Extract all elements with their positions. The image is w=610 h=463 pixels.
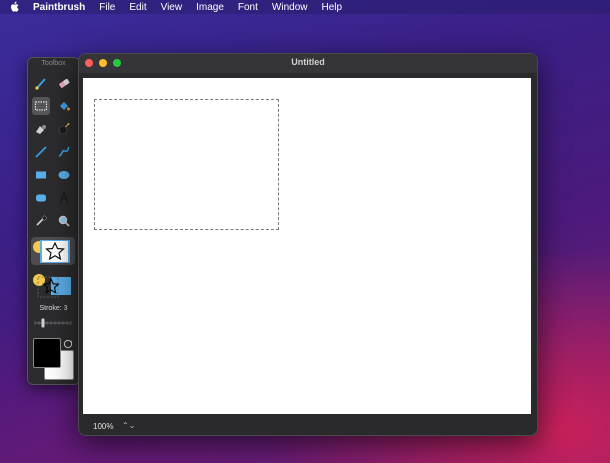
zoom-stepper-icon[interactable]: ⌃⌄ — [122, 421, 135, 430]
eraser-icon — [59, 78, 70, 88]
paint-bucket-icon — [60, 102, 70, 111]
zoom-level[interactable]: 100% — [93, 422, 113, 431]
menu-file[interactable]: File — [99, 2, 115, 13]
tool-zoom[interactable] — [55, 212, 73, 230]
menu-font[interactable]: Font — [238, 2, 258, 13]
title-bar[interactable]: Untitled — [79, 54, 537, 73]
tool-brush[interactable] — [32, 74, 50, 92]
tool-fill[interactable] — [55, 97, 73, 115]
tool-eraser[interactable] — [55, 74, 73, 92]
menu-window[interactable]: Window — [272, 2, 308, 13]
foreground-color-swatch[interactable] — [33, 338, 61, 368]
brush-icon — [35, 78, 46, 90]
tool-bomb[interactable] — [55, 120, 73, 138]
toolbox-title: Toolbox — [41, 60, 66, 67]
status-bar: 100% ⌃⌄ — [79, 417, 537, 435]
text-tool-icon — [59, 191, 69, 204]
magnifier-icon — [58, 215, 70, 227]
menu-help[interactable]: Help — [321, 2, 342, 13]
document-window: Untitled 100% ⌃⌄ — [78, 53, 538, 436]
apple-icon[interactable] — [9, 1, 21, 13]
tool-text[interactable] — [55, 189, 73, 207]
draw-mode-option-1[interactable] — [31, 237, 75, 265]
rounded-rectangle-icon — [36, 194, 46, 202]
tool-ellipse[interactable] — [55, 166, 73, 184]
tool-eyedropper[interactable] — [32, 212, 50, 230]
tool-rectangle[interactable] — [32, 166, 50, 184]
app-menu[interactable]: Paintbrush — [33, 2, 85, 13]
tool-line[interactable] — [32, 143, 50, 161]
emoji-star-preview-icon — [33, 240, 70, 263]
selection-marquee[interactable] — [94, 99, 279, 230]
stroke-size-label: Stroke: 3 — [39, 305, 68, 312]
stroke-slider-thumb[interactable] — [41, 318, 45, 328]
tool-curve[interactable] — [55, 143, 73, 161]
menu-image[interactable]: Image — [196, 2, 224, 13]
drawing-canvas[interactable] — [83, 78, 531, 414]
swap-colors-icon[interactable] — [63, 339, 73, 349]
ellipse-icon — [58, 171, 70, 179]
tool-stamp[interactable] — [32, 120, 50, 138]
tool-rounded-rectangle[interactable] — [32, 189, 50, 207]
tool-select[interactable] — [32, 97, 50, 115]
rectangle-icon — [36, 171, 46, 179]
menu-edit[interactable]: Edit — [129, 2, 146, 13]
menu-view[interactable]: View — [161, 2, 183, 13]
bomb-icon — [58, 123, 70, 135]
stamp-icon — [36, 125, 46, 134]
eyedropper-icon — [36, 215, 48, 226]
toolbox-panel: Toolbox Stroke: 3 — [27, 57, 80, 385]
window-title: Untitled — [291, 57, 325, 67]
selection-rect-icon — [34, 101, 48, 111]
stroke-size-slider[interactable] — [34, 318, 72, 328]
curve-icon — [58, 146, 70, 157]
draw-mode-option-2[interactable] — [31, 271, 75, 299]
emoji-star-transparent-preview-icon — [33, 274, 71, 298]
line-icon — [35, 146, 47, 158]
menu-bar: Paintbrush File Edit View Image Font Win… — [0, 0, 610, 14]
